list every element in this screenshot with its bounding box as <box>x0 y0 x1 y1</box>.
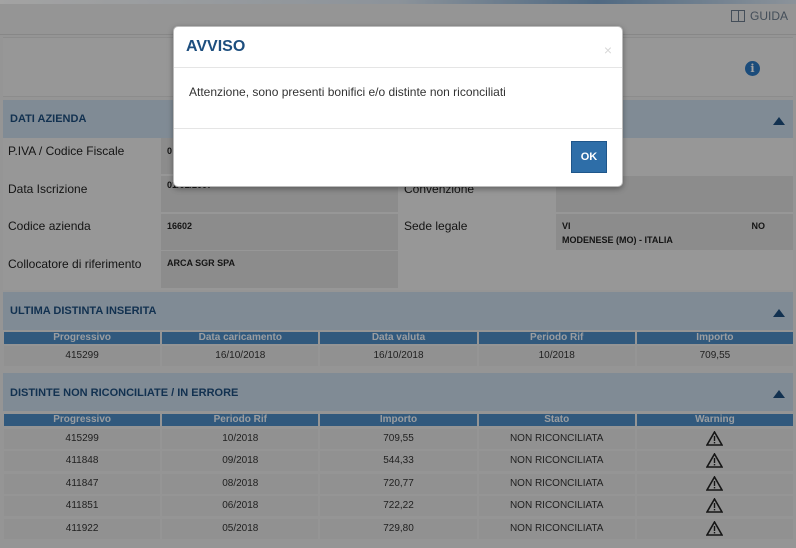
divider <box>174 67 622 68</box>
ok-button[interactable]: OK <box>571 141 607 173</box>
page: GUIDA i DATI AZIENDA P.IVA / Codice Fisc… <box>0 0 796 548</box>
divider <box>174 128 622 129</box>
avviso-dialog: AVVISO × Attenzione, sono presenti bonif… <box>173 26 623 187</box>
dialog-title: AVVISO <box>186 38 246 55</box>
close-icon[interactable]: × <box>604 42 612 58</box>
dialog-message: Attenzione, sono presenti bonifici e/o d… <box>189 85 506 99</box>
